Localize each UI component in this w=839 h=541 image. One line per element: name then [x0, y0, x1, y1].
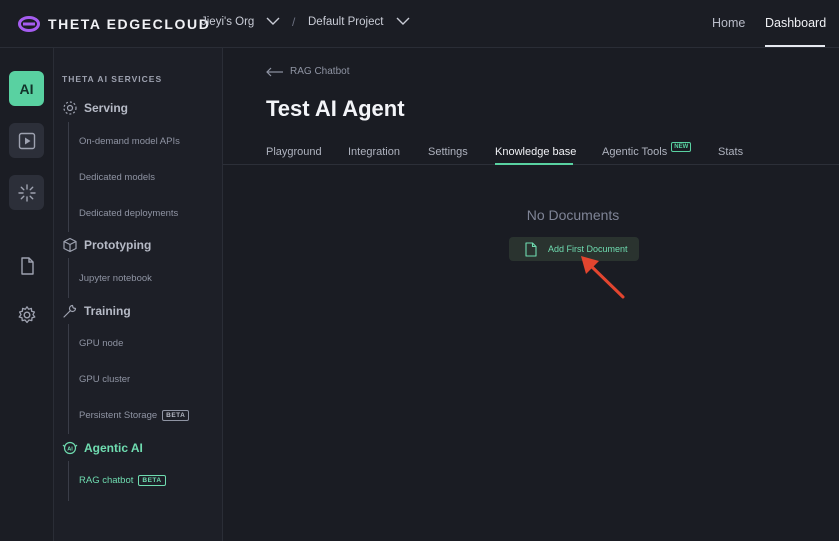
sidebar-tree-line [68, 122, 69, 232]
tab-playground[interactable]: Playground [266, 146, 322, 158]
sidebar-item-dedicated-models[interactable]: Dedicated models [79, 172, 155, 183]
nav-active-indicator [765, 45, 825, 47]
document-icon [525, 241, 537, 257]
sidebar-section-agentic-ai[interactable]: AI Agentic AI [62, 440, 143, 456]
wrench-icon [63, 304, 77, 318]
sidebar-section-prototyping[interactable]: Prototyping [62, 237, 151, 253]
sidebar-tree-line [68, 461, 69, 501]
sidebar-item-label: Persistent Storage [79, 410, 158, 421]
breadcrumb-separator: / [292, 15, 296, 29]
arrow-left-icon [266, 67, 283, 76]
tab-label: Stats [718, 146, 744, 158]
sidebar-item-label: GPU node [79, 338, 124, 349]
sidebar-item-on-demand-model-apis[interactable]: On-demand model APIs [79, 136, 180, 147]
sidebar-item-gpu-node[interactable]: GPU node [79, 338, 123, 349]
serving-icon [63, 101, 77, 115]
sidebar-item-label: Dedicated deployments [79, 208, 179, 219]
tab-bar: Playground Integration Settings Knowledg… [223, 142, 839, 165]
top-bar: THETA EDGECLOUD Jieyi's Org / Default Pr… [0, 0, 839, 48]
sidebar-item-label: GPU cluster [79, 374, 131, 385]
annotation-arrow-icon [581, 256, 625, 299]
back-link[interactable]: RAG Chatbot [266, 66, 349, 77]
cube-icon [63, 237, 77, 253]
main-content: RAG Chatbot Test AI Agent Playground Int… [223, 48, 839, 541]
page-title: Test AI Agent [266, 96, 405, 121]
rail-sparkle-button[interactable] [9, 175, 44, 210]
sidebar-item-label: Jupyter notebook [79, 273, 152, 284]
sidebar-section-label: Training [84, 304, 131, 318]
tab-settings[interactable]: Settings [428, 146, 468, 158]
beta-badge: BETA [138, 475, 166, 486]
gear-icon[interactable] [17, 305, 37, 325]
beta-badge: BETA [162, 410, 190, 421]
chevron-down-icon[interactable] [266, 17, 280, 26]
sidebar-item-rag-chatbot[interactable]: RAG chatbot BETA [79, 475, 166, 486]
sidebar-section-label: Serving [84, 101, 129, 115]
svg-text:AI: AI [67, 446, 73, 452]
tab-label: Integration [348, 146, 400, 158]
nav-home[interactable]: Home [712, 16, 745, 30]
rail-ai-label: AI [19, 80, 34, 97]
tab-active-indicator [495, 163, 573, 165]
sidebar-tree-line [68, 324, 69, 434]
back-link-label: RAG Chatbot [290, 66, 350, 77]
logo[interactable]: THETA EDGECLOUD [18, 13, 210, 35]
play-icon [18, 132, 35, 149]
rail-video-button[interactable] [9, 123, 44, 158]
tab-knowledge-base[interactable]: Knowledge base [495, 146, 576, 158]
nav-dashboard[interactable]: Dashboard [765, 16, 826, 30]
sidebar-section-training[interactable]: Training [62, 303, 131, 319]
sidebar-section-label: Agentic AI [84, 441, 143, 455]
empty-state-title: No Documents [526, 207, 620, 223]
services-sidebar: THETA AI SERVICES Serving On-demand mode… [54, 48, 223, 541]
theta-logo-icon [18, 16, 40, 32]
sidebar-item-dedicated-deployments[interactable]: Dedicated deployments [79, 208, 178, 219]
sidebar-item-jupyter-notebook[interactable]: Jupyter notebook [79, 273, 152, 284]
rail-ai-button[interactable]: AI [9, 71, 44, 106]
sidebar-item-label: Dedicated models [79, 172, 156, 183]
project-selector[interactable]: Default Project [308, 16, 383, 28]
sidebar-item-label: On-demand model APIs [79, 136, 180, 147]
chevron-down-icon[interactable] [396, 17, 410, 26]
sidebar-item-gpu-cluster[interactable]: GPU cluster [79, 374, 130, 385]
tab-agentic-tools[interactable]: Agentic Tools NEW [602, 142, 692, 158]
sidebar-section-serving[interactable]: Serving [62, 100, 128, 116]
sparkle-icon [17, 183, 36, 202]
document-icon[interactable] [17, 256, 37, 276]
logo-text: THETA EDGECLOUD [48, 16, 211, 32]
sidebar-tree-line [68, 258, 69, 298]
tab-integration[interactable]: Integration [348, 146, 400, 158]
sidebar-heading: THETA AI SERVICES [62, 74, 163, 84]
org-selector[interactable]: Jieyi's Org [201, 16, 254, 28]
sidebar-item-label: RAG chatbot [79, 475, 134, 486]
tab-stats[interactable]: Stats [718, 146, 743, 158]
agentic-ai-icon: AI [62, 441, 78, 455]
tab-label: Knowledge base [495, 146, 577, 158]
tab-label: Settings [428, 146, 468, 158]
new-badge: NEW [671, 142, 692, 152]
sidebar-item-persistent-storage[interactable]: Persistent Storage BETA [79, 410, 190, 421]
sidebar-section-label: Prototyping [84, 238, 152, 252]
icon-rail: AI [0, 48, 54, 541]
tab-label: Agentic Tools [602, 146, 668, 158]
tab-label: Playground [266, 146, 322, 158]
